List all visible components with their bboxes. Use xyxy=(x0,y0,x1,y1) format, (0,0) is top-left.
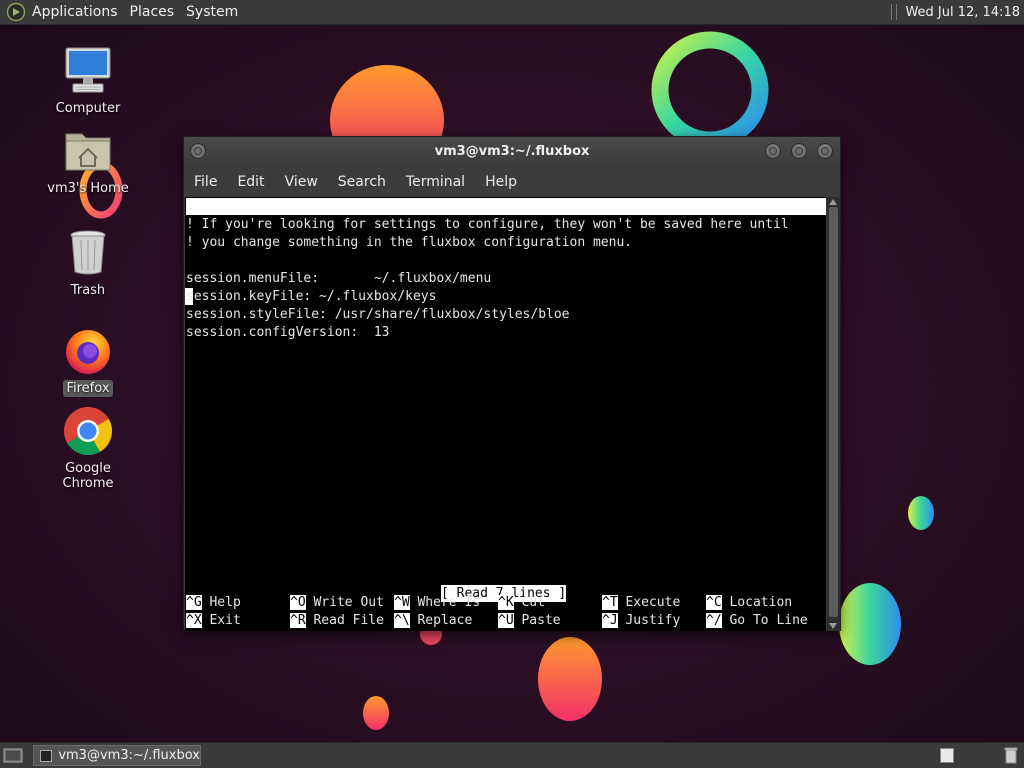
editor-line[interactable]: ! you change something in the fluxbox co… xyxy=(186,234,632,252)
shortcut-label: Replace xyxy=(417,613,473,628)
scrollbar-thumb[interactable] xyxy=(829,207,838,617)
top-panel: Applications Places System Wed Jul 12, 1… xyxy=(0,0,1024,25)
trash-icon xyxy=(70,230,106,275)
menu-view[interactable]: View xyxy=(275,174,328,190)
firefox-icon xyxy=(66,330,110,374)
desktop-icon-chrome[interactable]: Google Chrome xyxy=(38,404,138,492)
shortcut-label: Where Is xyxy=(417,595,481,610)
shortcut-help[interactable]: ^G Help xyxy=(186,594,241,612)
window-titlebar[interactable]: vm3@vm3:~/.fluxbox xyxy=(184,137,840,167)
desktop-icon-computer[interactable]: Computer xyxy=(38,44,138,117)
desktop-icon-home[interactable]: vm3's Home xyxy=(38,124,138,197)
desktop-icon-label: Firefox xyxy=(63,380,113,397)
shortcut-label: Cut xyxy=(521,595,545,610)
window-title: vm3@vm3:~/.fluxbox xyxy=(434,144,590,159)
show-desktop-icon[interactable] xyxy=(2,746,24,766)
desktop-icon-label: Computer xyxy=(55,101,121,116)
desktop-icon-label: Google Chrome xyxy=(62,461,114,491)
editor-line[interactable]: ! If you're looking for settings to conf… xyxy=(186,216,789,234)
panel-right: Wed Jul 12, 14:18 xyxy=(891,0,1024,25)
scroll-up-icon[interactable] xyxy=(829,199,837,205)
shortcut-label: Read File xyxy=(313,613,384,628)
menu-edit[interactable]: Edit xyxy=(227,174,274,190)
menu-system[interactable]: System xyxy=(180,0,244,25)
desktop-icon-trash[interactable]: Trash xyxy=(38,226,138,299)
shortcut-label: Location xyxy=(729,595,793,610)
shortcut-label: Write Out xyxy=(313,595,384,610)
shortcut-key: ^X xyxy=(186,613,202,628)
shortcut-location[interactable]: ^C Location xyxy=(706,594,792,612)
shortcut-go-to-line[interactable]: ^/ Go To Line xyxy=(706,612,808,630)
clock[interactable]: Wed Jul 12, 14:18 xyxy=(905,5,1024,20)
shortcut-key: ^J xyxy=(602,613,618,628)
shortcut-key: ^G xyxy=(186,595,202,610)
close-button[interactable] xyxy=(817,143,833,159)
shortcut-key: ^\ xyxy=(394,613,410,628)
minimize-icon xyxy=(769,147,777,155)
menu-places[interactable]: Places xyxy=(124,0,181,25)
shortcut-paste[interactable]: ^U Paste xyxy=(498,612,561,630)
trash-applet-icon[interactable] xyxy=(1004,747,1018,764)
desktop-icon-label: Trash xyxy=(70,283,106,298)
menu-terminal[interactable]: Terminal xyxy=(396,174,475,190)
window-menubar: File Edit View Search Terminal Help xyxy=(184,167,840,197)
shortcut-key: ^C xyxy=(706,595,722,610)
shortcut-justify[interactable]: ^J Justify xyxy=(602,612,680,630)
shortcut-label: Justify xyxy=(625,613,681,628)
editor-line[interactable]: session.menuFile: ~/.fluxbox/menu xyxy=(186,270,491,288)
shortcut-key: ^R xyxy=(290,613,306,628)
shortcut-label: Go To Line xyxy=(729,613,808,628)
terminal-scrollbar[interactable] xyxy=(827,197,840,631)
shortcut-key: ^U xyxy=(498,613,514,628)
shortcut-execute[interactable]: ^T Execute xyxy=(602,594,680,612)
shortcut-where-is[interactable]: ^W Where Is xyxy=(394,594,480,612)
shortcut-read-file[interactable]: ^R Read File xyxy=(290,612,384,630)
panel-separator xyxy=(891,4,898,20)
computer-icon xyxy=(65,47,111,93)
terminal-window[interactable]: vm3@vm3:~/.fluxbox File Edit View Search… xyxy=(183,136,841,631)
shortcut-replace[interactable]: ^\ Replace xyxy=(394,612,472,630)
minimize-button[interactable] xyxy=(765,143,781,159)
editor-line[interactable]: session.styleFile: /usr/share/fluxbox/st… xyxy=(186,306,570,324)
shortcut-label: Exit xyxy=(209,613,241,628)
shortcut-exit[interactable]: ^X Exit xyxy=(186,612,241,630)
desktop-icon-label: vm3's Home xyxy=(47,181,129,196)
home-folder-icon xyxy=(65,133,111,171)
bottom-panel: vm3@vm3:~/.fluxbox xyxy=(0,742,1024,768)
workspace-switcher[interactable] xyxy=(940,748,954,763)
shortcut-key: ^W xyxy=(394,595,410,610)
shortcut-key: ^O xyxy=(290,595,306,610)
maximize-button[interactable] xyxy=(791,143,807,159)
shortcut-write-out[interactable]: ^O Write Out xyxy=(290,594,384,612)
menu-file[interactable]: File xyxy=(184,174,227,190)
terminal-screen[interactable]: GNU nano 7.2 init ! If you're looking fo… xyxy=(185,197,826,631)
shortcut-key: ^K xyxy=(498,595,514,610)
taskbar-item-label: vm3@vm3:~/.fluxbox xyxy=(58,748,200,763)
shortcut-label: Paste xyxy=(521,613,561,628)
nano-header: GNU nano 7.2 init xyxy=(186,198,826,248)
taskbar-item-terminal[interactable]: vm3@vm3:~/.fluxbox xyxy=(33,745,201,766)
desktop-icon-firefox[interactable]: Firefox xyxy=(38,324,138,397)
shortcut-key: ^T xyxy=(602,595,618,610)
shortcut-label: Help xyxy=(209,595,241,610)
editor-line[interactable]: session.keyFile: ~/.fluxbox/keys xyxy=(186,288,436,306)
panel-menus: Applications Places System xyxy=(26,0,244,25)
chrome-icon xyxy=(64,407,113,456)
maximize-icon xyxy=(795,147,803,155)
shortcut-label: Execute xyxy=(625,595,681,610)
distro-logo-icon[interactable] xyxy=(6,2,26,22)
menu-applications[interactable]: Applications xyxy=(26,0,124,25)
menu-search[interactable]: Search xyxy=(328,174,396,190)
shortcut-cut[interactable]: ^K Cut xyxy=(498,594,545,612)
terminal-icon xyxy=(40,749,53,762)
menu-help[interactable]: Help xyxy=(475,174,527,190)
scroll-down-icon[interactable] xyxy=(829,623,837,629)
close-icon xyxy=(821,147,829,155)
shortcut-key: ^/ xyxy=(706,613,722,628)
editor-line[interactable]: session.configVersion: 13 xyxy=(186,324,390,342)
